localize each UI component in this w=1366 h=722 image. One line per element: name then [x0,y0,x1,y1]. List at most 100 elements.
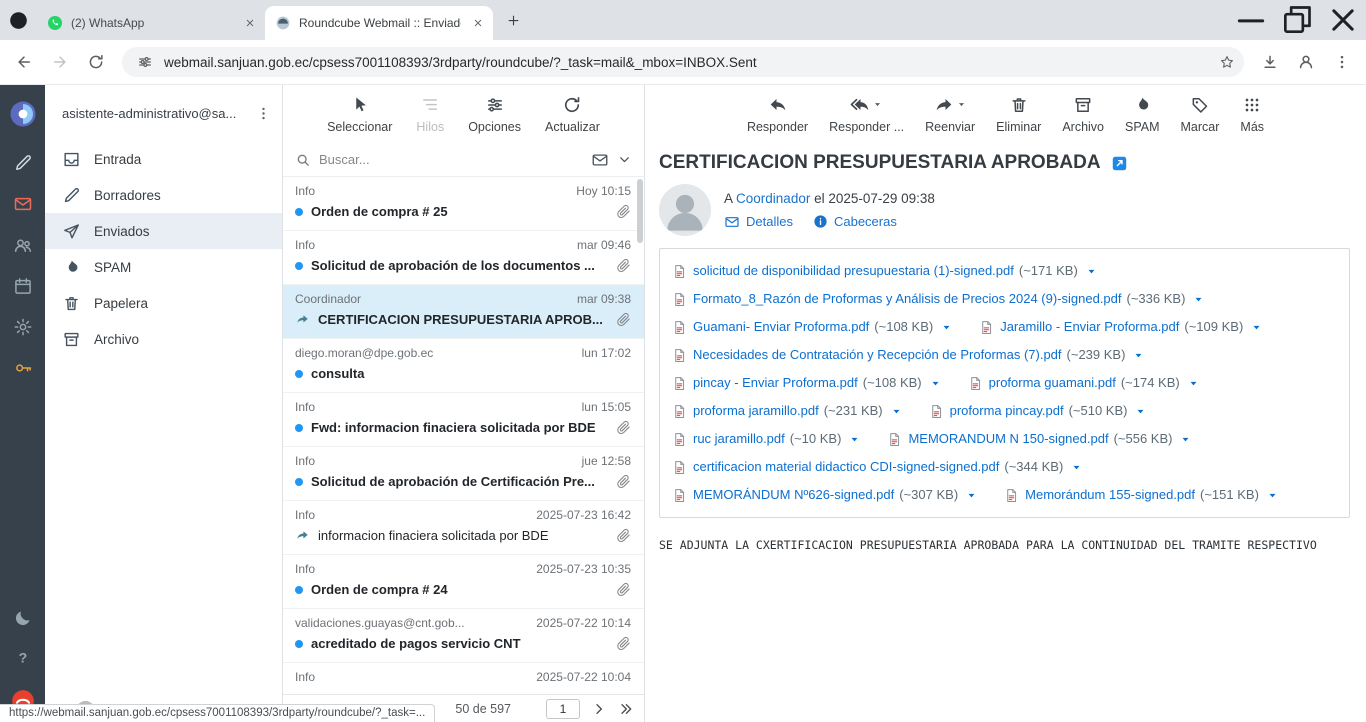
bookmark-star-icon[interactable] [1214,49,1240,75]
help-icon[interactable]: ? [13,648,33,668]
browser-logo-icon[interactable] [8,10,29,31]
scrollbar-thumb[interactable] [637,179,643,243]
attachment-item[interactable]: proforma pincay.pdf (~510 KB) [929,397,1148,425]
attachment-item[interactable]: proforma guamani.pdf (~174 KB) [968,369,1200,397]
site-settings-icon[interactable] [132,49,158,75]
search-options-chevron-icon[interactable] [617,152,632,167]
message-toolbar-button[interactable]: Responder ... [829,95,904,134]
profile-icon[interactable] [1291,47,1321,77]
people-icon[interactable] [13,235,33,255]
attachment-menu-icon[interactable] [848,433,861,446]
tab-roundcube[interactable]: Roundcube Webmail :: Enviado [265,6,493,40]
message-row[interactable]: Info 2025-07-22 10:04 [283,663,644,694]
next-page-icon[interactable] [591,701,607,717]
address-bar[interactable]: webmail.sanjuan.gob.ec/cpsess7001108393/… [122,47,1244,77]
attachment-link[interactable]: ruc jaramillo.pdf [693,425,785,453]
recipient-link[interactable]: Coordinador [736,191,810,206]
attachment-item[interactable]: Formato_8_Razón de Proformas y Análisis … [672,285,1205,313]
folder-item[interactable]: SPAM [45,249,282,285]
downloads-icon[interactable] [1255,47,1285,77]
message-row[interactable]: validaciones.guayas@cnt.gob... 2025-07-2… [283,609,644,663]
maximize-button[interactable] [1274,0,1320,40]
list-toolbar-button[interactable]: Seleccionar [327,95,392,134]
message-toolbar-button[interactable]: SPAM [1125,95,1160,134]
attachment-menu-icon[interactable] [1266,489,1279,502]
search-input[interactable] [319,152,583,167]
attachment-item[interactable]: Guamani- Enviar Proforma.pdf (~108 KB) [672,313,953,341]
attachment-menu-icon[interactable] [965,489,978,502]
attachment-link[interactable]: MEMORANDUM N 150-signed.pdf [908,425,1108,453]
gear-icon[interactable] [13,317,33,337]
message-toolbar-button[interactable]: Más [1240,95,1264,134]
headers-toggle[interactable]: Cabeceras [813,214,897,230]
pencil-icon[interactable] [13,153,33,173]
dropdown-caret-icon[interactable] [956,99,967,110]
url-text[interactable]: webmail.sanjuan.gob.ec/cpsess7001108393/… [164,55,1208,70]
message-row[interactable]: Info lun 15:05 Fwd: informacion finacier… [283,393,644,447]
new-tab-button[interactable] [501,8,526,33]
attachment-link[interactable]: Memorándum 155-signed.pdf [1025,481,1195,509]
message-row[interactable]: Info 2025-07-23 16:42 informacion finaci… [283,501,644,555]
attachment-menu-icon[interactable] [1085,265,1098,278]
list-toolbar-button[interactable]: Hilos [416,95,444,134]
dropdown-caret-icon[interactable] [872,99,883,110]
attachment-menu-icon[interactable] [890,405,903,418]
calendar-icon[interactable] [13,276,33,296]
key-icon[interactable] [13,358,33,378]
message-toolbar-button[interactable]: Marcar [1181,95,1220,134]
list-scrollbar[interactable] [637,179,643,693]
list-toolbar-button[interactable]: Opciones [468,95,521,134]
attachment-menu-icon[interactable] [1187,377,1200,390]
folder-item[interactable]: Archivo [45,321,282,357]
envelope-icon[interactable] [13,194,33,214]
message-toolbar-button[interactable]: Eliminar [996,95,1041,134]
attachment-link[interactable]: certificacion material didactico CDI-sig… [693,453,999,481]
reload-icon[interactable] [81,47,111,77]
attachment-link[interactable]: MEMORÁNDUM Nº626-signed.pdf [693,481,894,509]
message-toolbar-button[interactable]: Responder [747,95,808,134]
list-toolbar-button[interactable]: Actualizar [545,95,600,134]
org-logo[interactable] [8,99,38,129]
last-page-icon[interactable] [618,701,634,717]
attachment-menu-icon[interactable] [1192,293,1205,306]
close-window-button[interactable] [1320,0,1366,40]
forward-icon[interactable] [45,47,75,77]
attachment-menu-icon[interactable] [1134,405,1147,418]
folder-item[interactable]: Enviados [45,213,282,249]
attachment-item[interactable]: ruc jaramillo.pdf (~10 KB) [672,425,861,453]
attachment-link[interactable]: Necesidades de Contratación y Recepción … [693,341,1062,369]
message-toolbar-button[interactable]: Reenviar [925,95,975,134]
attachment-link[interactable]: proforma jaramillo.pdf [693,397,819,425]
attachment-item[interactable]: Necesidades de Contratación y Recepción … [672,341,1145,369]
attachment-link[interactable]: Jaramillo - Enviar Proforma.pdf [1000,313,1179,341]
attachment-link[interactable]: Formato_8_Razón de Proformas y Análisis … [693,285,1122,313]
attachment-link[interactable]: solicitud de disponibilidad presupuestar… [693,257,1014,285]
dark-mode-moon-icon[interactable] [13,608,33,628]
tab-close-icon[interactable] [241,15,258,32]
attachment-item[interactable]: MEMORÁNDUM Nº626-signed.pdf (~307 KB) [672,481,978,509]
attachment-menu-icon[interactable] [940,321,953,334]
attachment-menu-icon[interactable] [1132,349,1145,362]
folder-item[interactable]: Papelera [45,285,282,321]
attachment-link[interactable]: proforma guamani.pdf [989,369,1116,397]
browser-menu-icon[interactable] [1327,47,1357,77]
attachment-item[interactable]: solicitud de disponibilidad presupuestar… [672,257,1098,285]
attachment-item[interactable]: pincay - Enviar Proforma.pdf (~108 KB) [672,369,942,397]
page-number-input[interactable] [546,699,580,719]
tab-whatsapp[interactable]: (2) WhatsApp [37,6,265,40]
search-scope-mail-icon[interactable] [591,151,609,169]
attachment-item[interactable]: MEMORANDUM N 150-signed.pdf (~556 KB) [887,425,1192,453]
attachment-menu-icon[interactable] [1070,461,1083,474]
open-in-new-window-icon[interactable] [1111,155,1128,172]
message-row[interactable]: Info mar 09:46 Solicitud de aprobación d… [283,231,644,285]
attachment-item[interactable]: certificacion material didactico CDI-sig… [672,453,1083,481]
details-toggle[interactable]: Detalles [724,214,793,230]
attachment-link[interactable]: pincay - Enviar Proforma.pdf [693,369,858,397]
message-row[interactable]: Info jue 12:58 Solicitud de aprobación d… [283,447,644,501]
message-row[interactable]: diego.moran@dpe.gob.ec lun 17:02 consult… [283,339,644,393]
back-icon[interactable] [9,47,39,77]
tab-close-icon[interactable] [469,15,486,32]
attachment-item[interactable]: proforma jaramillo.pdf (~231 KB) [672,397,903,425]
account-menu-icon[interactable] [255,105,272,122]
message-toolbar-button[interactable]: Archivo [1062,95,1104,134]
